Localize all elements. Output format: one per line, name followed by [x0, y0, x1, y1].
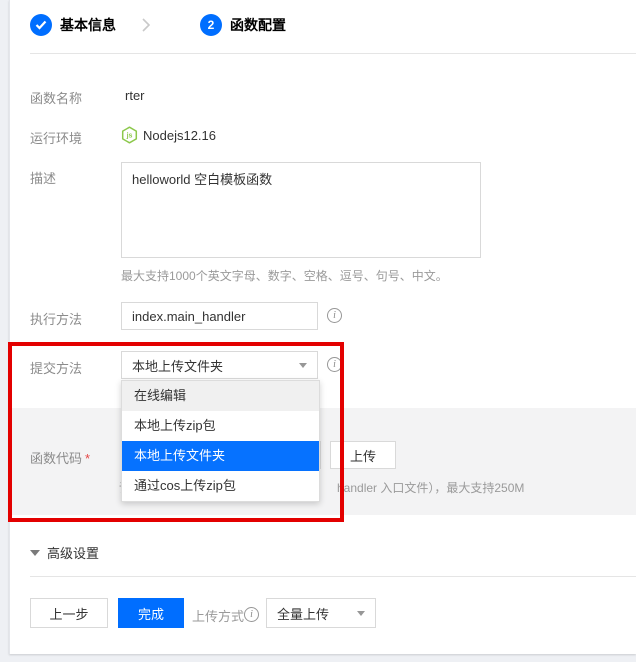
description-hint: 最大支持1000个英文字母、数字、空格、逗号、句号、中文。 [121, 267, 448, 284]
handler-input[interactable] [121, 302, 318, 330]
svg-text:js: js [126, 133, 133, 140]
step1-label: 基本信息 [60, 15, 116, 35]
upload-mode-value: 全量上传 [277, 604, 329, 623]
description-textarea[interactable]: helloworld 空白模板函数 [121, 162, 481, 258]
header-divider [30, 53, 636, 54]
function-name-value: rter [125, 88, 145, 103]
menu-item-local-folder[interactable]: 本地上传文件夹 [122, 441, 319, 471]
step-basic-info[interactable]: 基本信息 [30, 14, 116, 36]
submit-method-info-icon[interactable]: i [327, 357, 342, 372]
handler-info-icon[interactable]: i [327, 308, 342, 323]
finish-button[interactable]: 完成 [118, 598, 184, 628]
runtime-value: Nodejs12.16 [143, 128, 216, 143]
function-code-label-text: 函数代码 [30, 451, 82, 466]
prev-step-button[interactable]: 上一步 [30, 598, 108, 628]
step2-number: 2 [208, 18, 215, 32]
advanced-settings-label: 高级设置 [47, 543, 99, 562]
submit-method-dropdown-menu: 在线编辑 本地上传zip包 本地上传文件夹 通过cos上传zip包 [121, 380, 320, 502]
advanced-settings-toggle[interactable]: 高级设置 [30, 543, 99, 562]
function-name-label: 函数名称 [30, 88, 82, 107]
function-code-label: 函数代码* [30, 448, 90, 467]
description-label: 描述 [30, 168, 56, 187]
chevron-right-icon [141, 17, 151, 33]
check-icon [35, 20, 47, 30]
submit-method-select[interactable]: 本地上传文件夹 [121, 351, 318, 379]
upload-button[interactable]: 上传 [330, 441, 396, 469]
menu-item-local-zip[interactable]: 本地上传zip包 [122, 411, 319, 441]
caret-down-icon [357, 611, 365, 616]
function-config-page: 基本信息 2 函数配置 函数名称 rter 运行环境 js Nodejs12.1… [0, 0, 636, 662]
function-code-panel [10, 408, 636, 515]
upload-mode-select[interactable]: 全量上传 [266, 598, 376, 628]
required-asterisk: * [85, 451, 90, 466]
upload-mode-info-icon[interactable]: i [244, 607, 259, 622]
menu-item-cos-zip[interactable]: 通过cos上传zip包 [122, 471, 319, 501]
step2-label: 函数配置 [230, 15, 286, 35]
step1-circle [30, 14, 52, 36]
content-card [9, 0, 636, 654]
step2-circle: 2 [200, 14, 222, 36]
upload-mode-label: 上传方式 [192, 606, 244, 625]
nodejs-icon: js [121, 126, 138, 144]
step-function-config: 2 函数配置 [200, 14, 286, 36]
submit-method-value: 本地上传文件夹 [132, 356, 223, 375]
menu-item-online-edit[interactable]: 在线编辑 [122, 381, 319, 411]
submit-method-label: 提交方法 [30, 358, 82, 377]
code-hint-fragment: handler 入口文件），最大支持250M [337, 479, 524, 496]
footer-divider [30, 576, 636, 577]
triangle-down-icon [30, 550, 40, 556]
runtime-label: 运行环境 [30, 128, 82, 147]
handler-label: 执行方法 [30, 309, 82, 328]
caret-down-icon [299, 363, 307, 368]
